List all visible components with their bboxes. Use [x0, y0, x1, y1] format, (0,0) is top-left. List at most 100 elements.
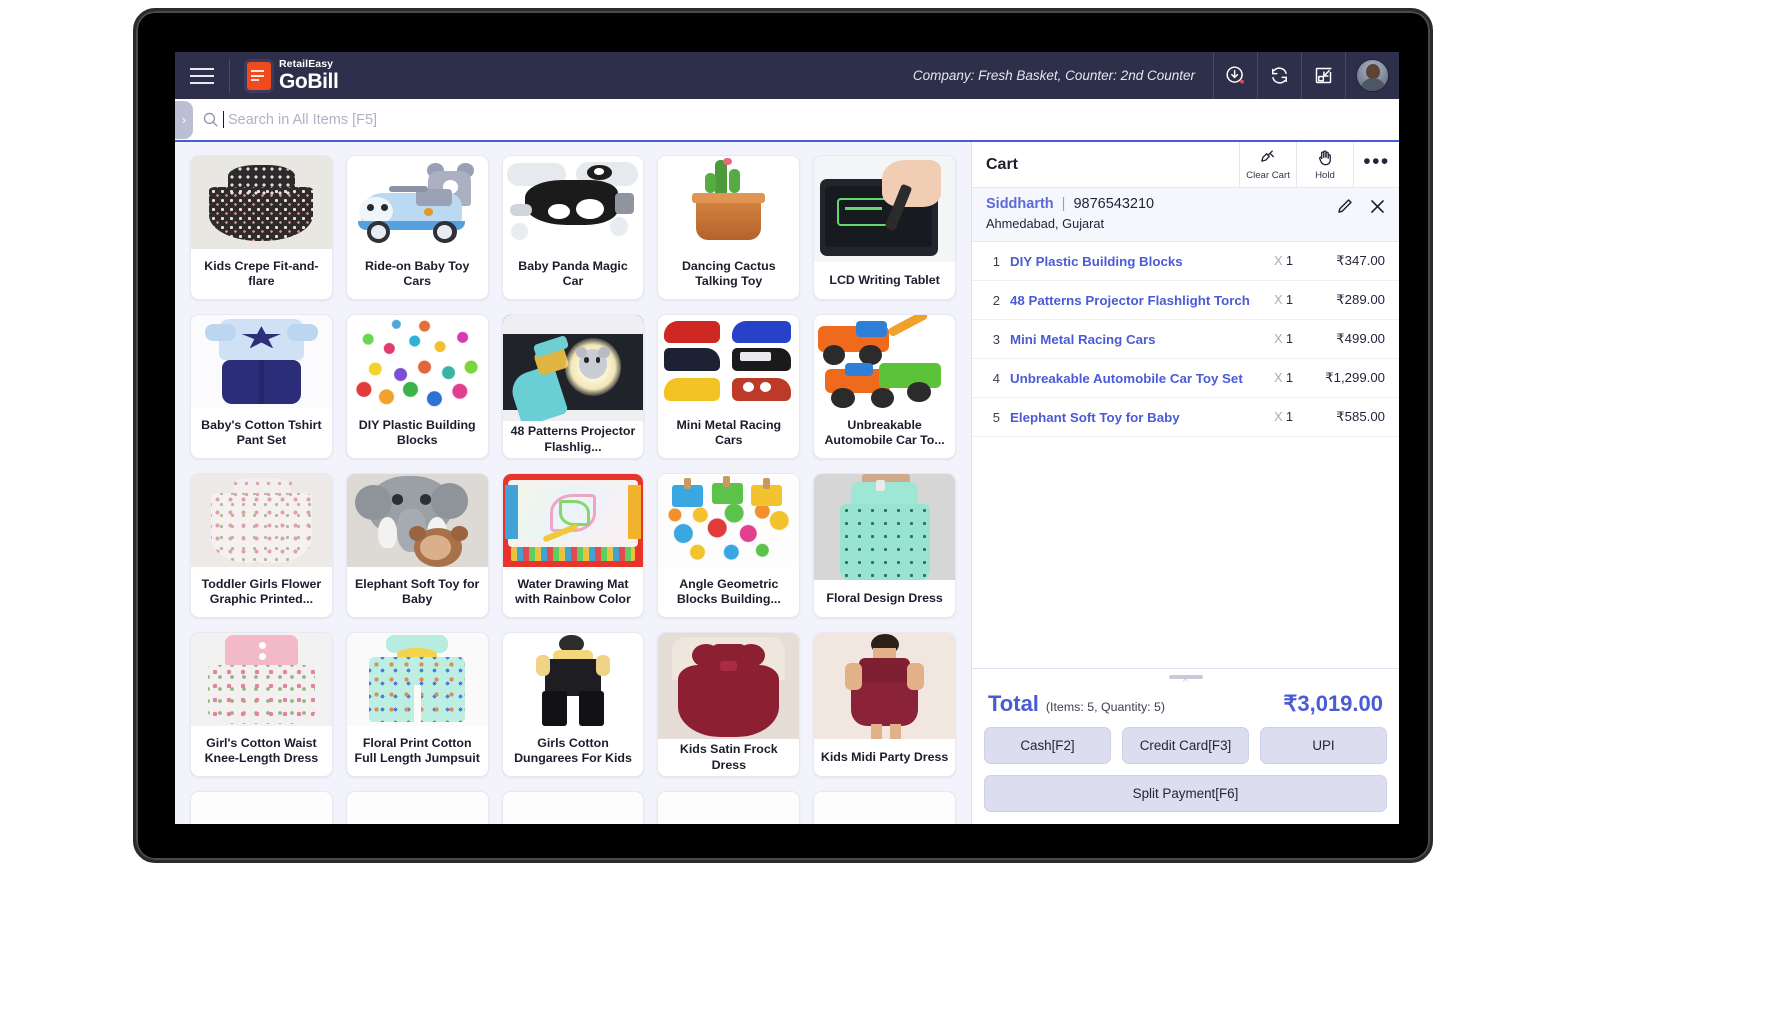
product-name: Unbreakable Automobile Car To...	[824, 417, 945, 447]
product-card[interactable]: Kids Crepe Fit-and-flare	[190, 155, 333, 300]
collapse-chevron-up-icon[interactable]: ^	[984, 678, 1387, 688]
download-clock-icon[interactable]	[1213, 52, 1257, 99]
product-card[interactable]: Girls Cotton Dungarees For Kids	[501, 632, 645, 777]
product-image	[814, 792, 955, 824]
cart-item-price: ₹347.00	[1336, 253, 1385, 268]
product-card[interactable]: 48 Patterns Projector Flashlig...	[501, 314, 645, 459]
product-image	[191, 156, 332, 249]
product-card[interactable]: Kids Midi Party Dress	[813, 632, 956, 777]
product-card[interactable]: Ride-on Baby Toy Cars	[345, 155, 489, 300]
cart-item-name[interactable]: Unbreakable Automobile Car Toy Set	[1010, 371, 1274, 386]
product-name: Angle Geometric Blocks Building...	[676, 576, 781, 606]
product-card[interactable]	[501, 791, 645, 824]
product-card[interactable]: DIY Plastic Building Blocks	[345, 314, 489, 459]
top-app-bar: RetailEasy GoBill Company: Fresh Basket,…	[175, 52, 1399, 99]
product-image	[814, 315, 955, 408]
product-card[interactable]: Angle Geometric Blocks Building...	[657, 473, 801, 618]
cart-title: Cart	[986, 155, 1019, 173]
cart-header: Cart Clear Cart Hold •••	[972, 141, 1399, 188]
cart-item-row[interactable]: 3 Mini Metal Racing Cars X 1 ₹499.00	[972, 320, 1399, 359]
cart-item-row[interactable]: 4 Unbreakable Automobile Car Toy Set X 1…	[972, 359, 1399, 398]
search-input[interactable]	[228, 111, 928, 128]
hand-icon	[1319, 150, 1331, 166]
product-name: Floral Design Dress	[826, 590, 943, 605]
cart-footer: ^ Total (Items: 5, Quantity: 5) ₹3,019.0…	[972, 668, 1399, 824]
product-card[interactable]	[813, 791, 956, 824]
cart-item-name[interactable]: Mini Metal Racing Cars	[1010, 332, 1274, 347]
cart-item-index: 3	[992, 331, 1000, 347]
product-card[interactable]: Elephant Soft Toy for Baby	[345, 473, 489, 618]
cart-item-name[interactable]: Elephant Soft Toy for Baby	[1010, 410, 1274, 425]
clear-cart-button[interactable]: Clear Cart	[1239, 141, 1296, 188]
total-amount: ₹3,019.00	[1283, 691, 1383, 716]
search-bar: ›	[175, 99, 1399, 143]
cart-item-row[interactable]: 2 48 Patterns Projector Flashlight Torch…	[972, 281, 1399, 320]
minimize-restore-icon[interactable]	[1301, 52, 1345, 99]
cart-item-index: 1	[992, 253, 1000, 269]
product-image	[814, 474, 955, 580]
product-card[interactable]: Dancing Cactus Talking Toy	[657, 155, 801, 300]
upi-payment-button[interactable]: UPI	[1260, 727, 1387, 764]
product-name: Kids Satin Frock Dress	[679, 742, 778, 772]
hold-button[interactable]: Hold	[1296, 141, 1353, 188]
total-summary: (Items: 5, Quantity: 5)	[1045, 700, 1166, 714]
sidebar-expand-chevron-right-icon[interactable]: ›	[175, 101, 193, 139]
product-card[interactable]	[657, 791, 801, 824]
more-dots-icon[interactable]: •••	[1353, 141, 1399, 188]
edit-customer-pencil-icon[interactable]	[1335, 197, 1354, 216]
cart-item-row[interactable]: 5 Elephant Soft Toy for Baby X 1 ₹585.00	[972, 398, 1399, 437]
cart-item-name[interactable]: 48 Patterns Projector Flashlight Torch	[1010, 293, 1274, 308]
product-name: Elephant Soft Toy for Baby	[355, 576, 480, 606]
product-card[interactable]: Water Drawing Mat with Rainbow Color	[501, 473, 645, 618]
cart-item-qty-value: 1	[1285, 293, 1293, 307]
cart-item-index: 4	[992, 370, 1000, 386]
user-avatar[interactable]	[1345, 52, 1399, 99]
product-card[interactable]: Baby Panda Magic Car	[501, 155, 645, 300]
product-image	[346, 315, 488, 408]
brand-name-large: GoBill	[279, 69, 339, 93]
retaileasy-logo-icon	[247, 61, 271, 90]
product-name: 48 Patterns Projector Flashlig...	[510, 424, 636, 454]
product-card[interactable]: LCD Writing Tablet	[813, 155, 956, 300]
product-image	[346, 156, 488, 249]
hamburger-menu-icon[interactable]	[175, 52, 229, 99]
cart-items-list[interactable]: 1 DIY Plastic Building Blocks X 1 ₹347.0…	[972, 242, 1399, 668]
search-icon	[202, 111, 219, 128]
product-card[interactable]: Floral Design Dress	[813, 473, 956, 618]
product-image	[502, 156, 644, 249]
product-card[interactable]: Unbreakable Automobile Car To...	[813, 314, 956, 459]
product-card[interactable]: Kids Satin Frock Dress	[657, 632, 801, 777]
product-card[interactable]: Girl's Cotton Waist Knee-Length Dress	[190, 632, 333, 777]
cart-item-name[interactable]: DIY Plastic Building Blocks	[1010, 254, 1274, 269]
customer-name[interactable]: Siddharth	[986, 196, 1054, 212]
product-name: LCD Writing Tablet	[829, 272, 940, 287]
cash-payment-button[interactable]: Cash[F2]	[984, 727, 1111, 764]
product-card[interactable]: Toddler Girls Flower Graphic Printed...	[190, 473, 333, 618]
cart-item-row[interactable]: 1 DIY Plastic Building Blocks X 1 ₹347.0…	[972, 242, 1399, 281]
product-card[interactable]: Baby's Cotton Tshirt Pant Set	[190, 314, 333, 459]
product-name: Kids Midi Party Dress	[820, 749, 949, 764]
product-name: Water Drawing Mat with Rainbow Color	[515, 576, 631, 606]
product-image	[658, 792, 800, 824]
product-grid-panel[interactable]: Kids Crepe Fit-and-flare Ride-on Baby To…	[175, 142, 971, 824]
product-image	[502, 792, 644, 824]
product-name: Kids Crepe Fit-and-flare	[204, 258, 319, 288]
main-content: Kids Crepe Fit-and-flare Ride-on Baby To…	[175, 141, 1399, 824]
remove-customer-close-icon[interactable]	[1368, 197, 1387, 216]
customer-address: Ahmedabad, Gujarat	[986, 216, 1105, 231]
cart-item-qty-value: 1	[1285, 332, 1293, 346]
product-name: Floral Print Cotton Full Length Jumpsuit	[354, 735, 480, 765]
cart-item-quantity: X 1	[1274, 410, 1293, 424]
product-name: Toddler Girls Flower Graphic Printed...	[201, 576, 322, 606]
product-card[interactable]: Floral Print Cotton Full Length Jumpsuit	[345, 632, 489, 777]
cart-item-price: ₹289.00	[1336, 292, 1385, 307]
credit-card-payment-button[interactable]: Credit Card[F3]	[1122, 727, 1249, 764]
product-image	[191, 474, 332, 567]
product-card[interactable]	[190, 791, 333, 824]
product-card[interactable]	[345, 791, 489, 824]
product-image	[502, 633, 644, 726]
product-card[interactable]: Mini Metal Racing Cars	[657, 314, 801, 459]
split-payment-button[interactable]: Split Payment[F6]	[984, 775, 1387, 812]
sync-refresh-icon[interactable]	[1257, 52, 1301, 99]
product-image	[191, 315, 332, 408]
